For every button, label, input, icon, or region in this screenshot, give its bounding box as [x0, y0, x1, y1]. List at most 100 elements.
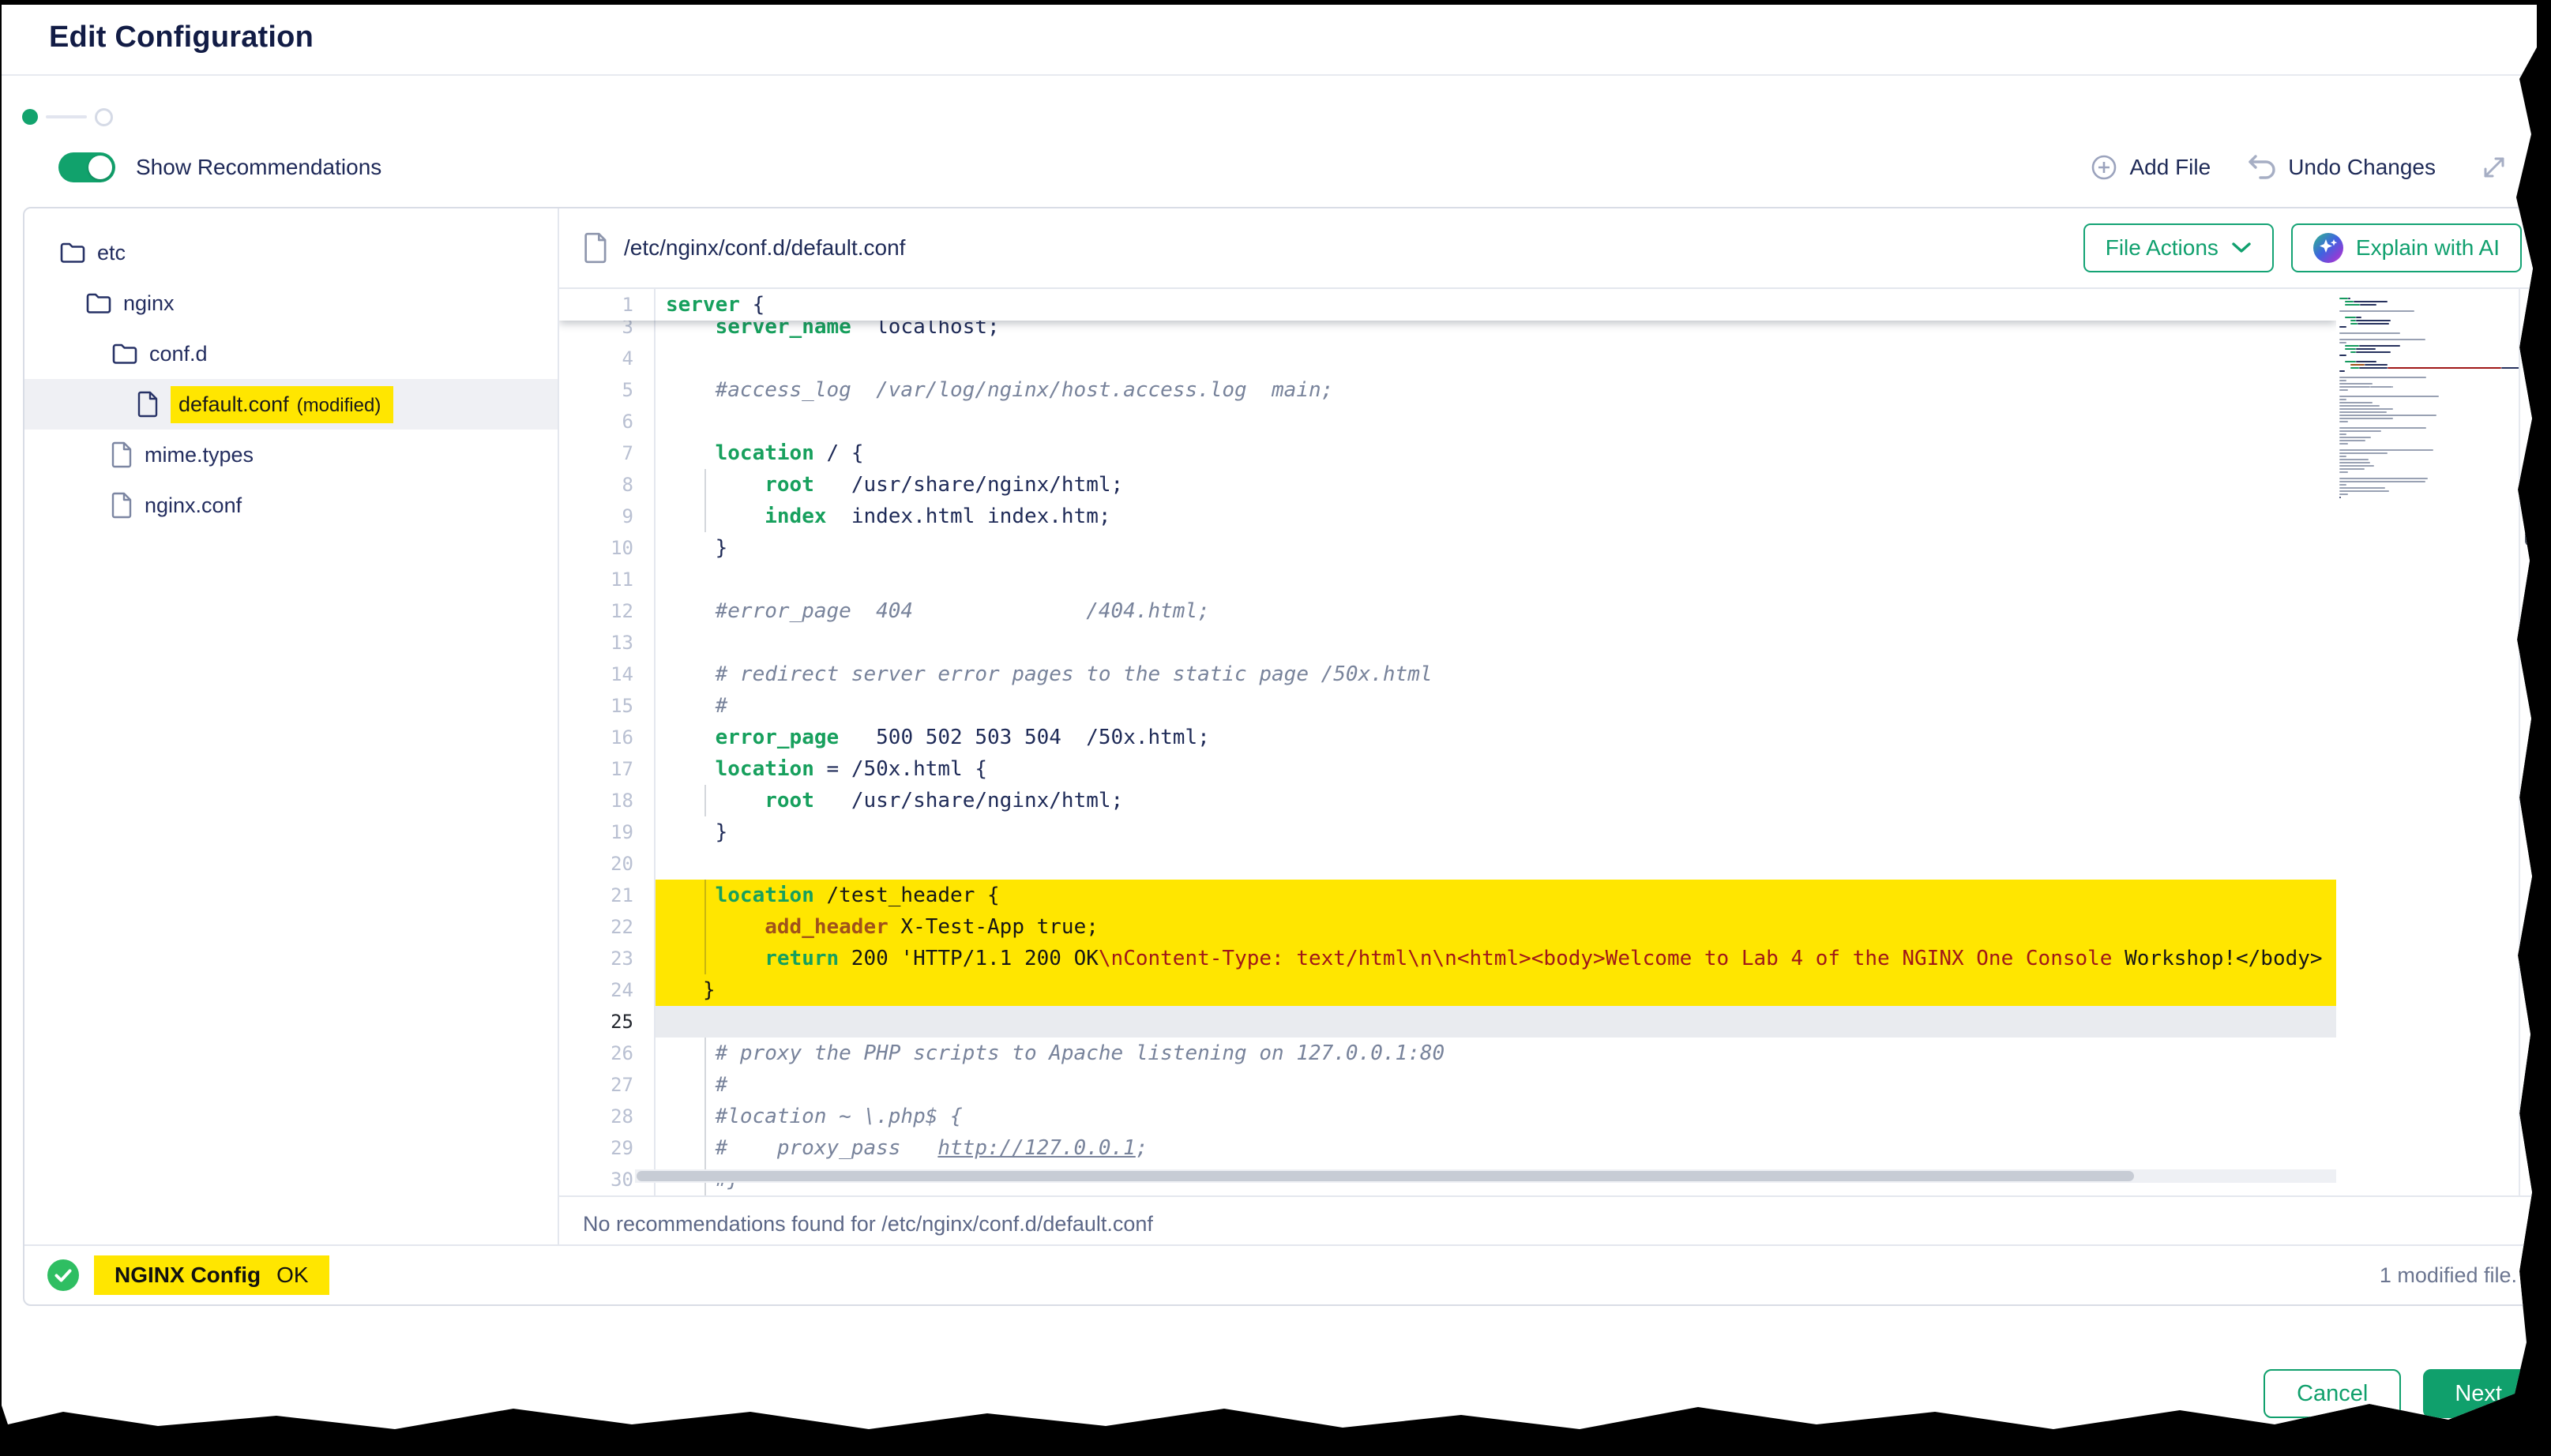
- code-line-29[interactable]: 29 # proxy_pass http://127.0.0.1;: [559, 1132, 2336, 1164]
- code-line-12[interactable]: 12 #error_page 404 /404.html;: [559, 595, 2336, 627]
- code-line-23[interactable]: 23 return 200 'HTTP/1.1 200 OK\nContent-…: [559, 943, 2336, 974]
- code-line-21[interactable]: 21 location /test_header {: [559, 880, 2336, 911]
- status-value: OK: [276, 1263, 308, 1288]
- dialog-title-bar: Edit Configuration: [0, 0, 2551, 76]
- tree-item-nginx-conf[interactable]: nginx.conf: [24, 480, 558, 531]
- line-number: 28: [559, 1101, 656, 1132]
- vertical-scrollbar[interactable]: [2519, 289, 2539, 1195]
- minimap-line: [2339, 496, 2519, 499]
- code-line-9[interactable]: 9 index index.html index.htm;: [559, 501, 2336, 532]
- line-content: #error_page 404 /404.html;: [656, 595, 2336, 627]
- line-number: 25: [559, 1006, 656, 1038]
- line-content: error_page 500 502 503 504 /50x.html;: [656, 722, 2336, 753]
- tree-item-mime-types[interactable]: mime.types: [24, 430, 558, 480]
- code-line-13[interactable]: 13: [559, 627, 2336, 659]
- line-content: # proxy_pass http://127.0.0.1;: [656, 1132, 2336, 1164]
- line-content: [656, 343, 2336, 374]
- line-content: # redirect server error pages to the sta…: [656, 659, 2336, 690]
- check-circle-icon: [47, 1259, 80, 1292]
- code-line-6[interactable]: 6: [559, 406, 2336, 437]
- file-icon: [137, 391, 160, 418]
- tree-item-conf-d[interactable]: conf.d: [24, 328, 558, 379]
- file-icon: [111, 492, 133, 519]
- code-line-22[interactable]: 22 add_header X-Test-App true;: [559, 911, 2336, 943]
- code-line-8[interactable]: 8 root /usr/share/nginx/html;: [559, 469, 2336, 501]
- line-number: 18: [559, 785, 656, 816]
- code-line-27[interactable]: 27 #: [559, 1069, 2336, 1101]
- code-line-25[interactable]: 25: [559, 1006, 2336, 1038]
- code-line-5[interactable]: 5 #access_log /var/log/nginx/host.access…: [559, 374, 2336, 406]
- line-content: [656, 406, 2336, 437]
- code-editor: 3 server_name localhost;45 #access_log /…: [559, 289, 2539, 1197]
- tree-item-etc[interactable]: etc: [24, 227, 558, 278]
- horizontal-scrollbar[interactable]: [635, 1169, 2336, 1183]
- code-line-26[interactable]: 26 # proxy the PHP scripts to Apache lis…: [559, 1038, 2336, 1069]
- toggle-knob: [88, 156, 112, 179]
- modified-file-highlight: default.conf(modified): [171, 386, 393, 423]
- code-line-14[interactable]: 14 # redirect server error pages to the …: [559, 659, 2336, 690]
- tree-item-label: nginx: [123, 291, 175, 316]
- chevron-down-icon: [2231, 241, 2252, 255]
- line-content: root /usr/share/nginx/html;: [656, 785, 2336, 816]
- line-number: 7: [559, 437, 656, 469]
- line-number: 17: [559, 753, 656, 785]
- line-content: }: [656, 532, 2336, 564]
- line-number: 8: [559, 469, 656, 501]
- file-actions-button[interactable]: File Actions: [2083, 223, 2274, 272]
- line-number: 10: [559, 532, 656, 564]
- code-line-20[interactable]: 20: [559, 848, 2336, 880]
- code-line-11[interactable]: 11: [559, 564, 2336, 595]
- tree-item-label: nginx.conf: [145, 493, 242, 518]
- line-number: 13: [559, 627, 656, 659]
- vertical-scrollbar-thumb[interactable]: [2525, 512, 2536, 546]
- stepper: [22, 101, 2551, 133]
- ai-sparkle-icon: [2313, 233, 2343, 263]
- line-number: 5: [559, 374, 656, 406]
- line-number: 27: [559, 1069, 656, 1101]
- next-button[interactable]: Next: [2423, 1369, 2534, 1418]
- line-content: [656, 1006, 2336, 1038]
- cancel-button[interactable]: Cancel: [2264, 1369, 2401, 1418]
- tree-item-default-conf[interactable]: default.conf(modified): [24, 379, 558, 430]
- code-line-24[interactable]: 24 }: [559, 974, 2336, 1006]
- step-1-active-dot: [22, 109, 38, 125]
- show-recommendations-toggle[interactable]: [58, 152, 115, 182]
- status-label: NGINX Config: [115, 1263, 261, 1288]
- file-tree: etc nginx conf.d default.conf(modified) mime…: [24, 208, 559, 1244]
- explain-with-ai-button[interactable]: Explain with AI: [2291, 223, 2522, 272]
- code-line-7[interactable]: 7 location / {: [559, 437, 2336, 469]
- code-line-4[interactable]: 4: [559, 343, 2336, 374]
- line-content: #access_log /var/log/nginx/host.access.l…: [656, 374, 2336, 406]
- code-line-17[interactable]: 17 location = /50x.html {: [559, 753, 2336, 785]
- show-recommendations-label: Show Recommendations: [136, 155, 381, 180]
- code-line-19[interactable]: 19 }: [559, 816, 2336, 848]
- code-line-16[interactable]: 16 error_page 500 502 503 504 /50x.html;: [559, 722, 2336, 753]
- code-lines-area[interactable]: 3 server_name localhost;45 #access_log /…: [559, 289, 2336, 1195]
- undo-icon: [2247, 154, 2277, 181]
- code-line-15[interactable]: 15 #: [559, 690, 2336, 722]
- horizontal-scrollbar-thumb[interactable]: [637, 1171, 2134, 1181]
- minimap-column: [2336, 289, 2539, 1195]
- controls-row: Show Recommendations Add File Undo Chang…: [58, 148, 2513, 186]
- sticky-code-line: 1server {: [559, 289, 2336, 321]
- code-minimap[interactable]: [2339, 297, 2519, 499]
- line-number: 21: [559, 880, 656, 911]
- folder-icon: [111, 342, 138, 366]
- add-file-button[interactable]: Add File: [2082, 148, 2219, 186]
- code-line-1[interactable]: 1server {: [559, 289, 2336, 321]
- line-number: 6: [559, 406, 656, 437]
- line-content: [656, 564, 2336, 595]
- line-number: 15: [559, 690, 656, 722]
- code-line-28[interactable]: 28 #location ~ \.php$ {: [559, 1101, 2336, 1132]
- line-number: 22: [559, 911, 656, 943]
- code-line-18[interactable]: 18 root /usr/share/nginx/html;: [559, 785, 2336, 816]
- line-number: 26: [559, 1038, 656, 1069]
- code-line-10[interactable]: 10 }: [559, 532, 2336, 564]
- tree-item-label: conf.d: [149, 342, 208, 366]
- tree-item-nginx[interactable]: nginx: [24, 278, 558, 328]
- undo-changes-button[interactable]: Undo Changes: [2239, 149, 2444, 186]
- configuration-panel: etc nginx conf.d default.conf(modified) mime…: [23, 207, 2541, 1306]
- page-title: Edit Configuration: [49, 21, 314, 54]
- line-number: 29: [559, 1132, 656, 1164]
- expand-dialog-button[interactable]: [2475, 148, 2513, 186]
